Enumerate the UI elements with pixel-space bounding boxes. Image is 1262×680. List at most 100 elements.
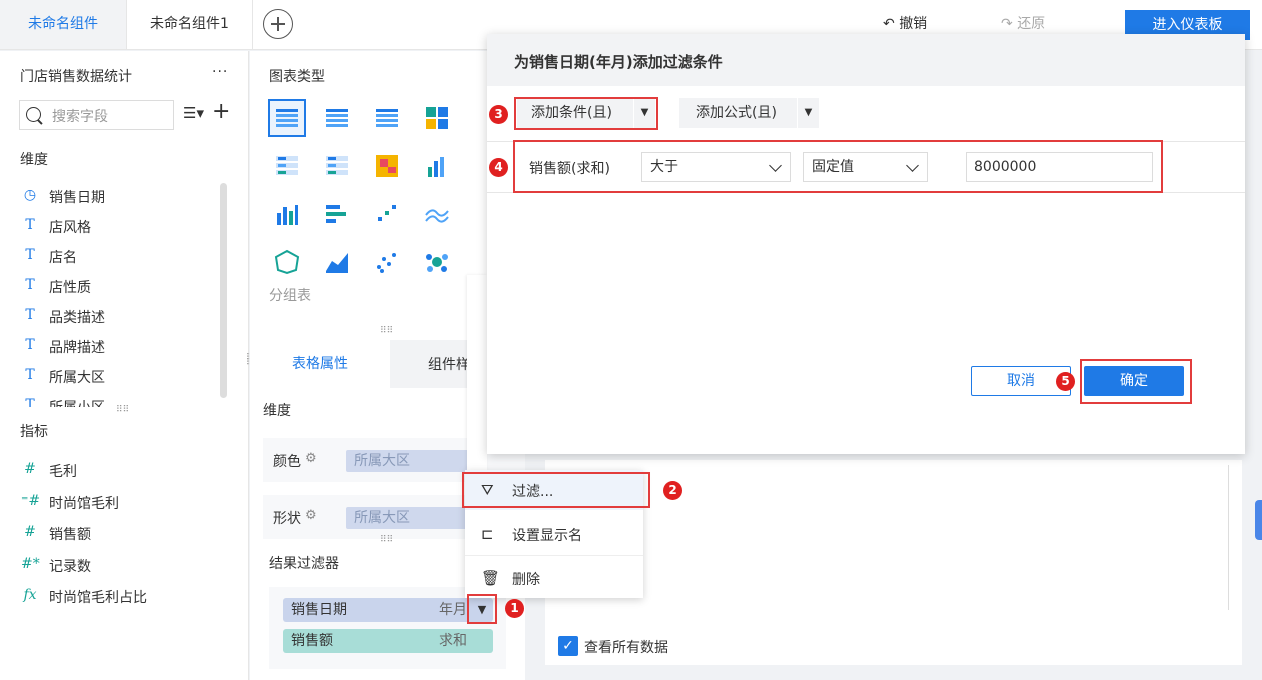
text-icon: T bbox=[25, 277, 35, 293]
chart-type-icon[interactable] bbox=[324, 153, 352, 181]
chart-type-icon[interactable] bbox=[274, 249, 302, 277]
view-all-label: 查看所有数据 bbox=[584, 640, 668, 656]
shape-field-chip[interactable]: 所属大区 bbox=[346, 507, 476, 529]
property-dimension-label: 维度 bbox=[263, 403, 291, 419]
record-count-icon: #* bbox=[21, 555, 40, 572]
field-item[interactable]: # 销售额 bbox=[21, 524, 216, 546]
field-label: 品牌描述 bbox=[49, 340, 105, 356]
redo-icon: ↷ bbox=[1001, 16, 1013, 32]
formula-icon: fx bbox=[23, 587, 37, 603]
search-field-input[interactable]: 搜索字段 bbox=[19, 100, 174, 130]
preview-scroll-line bbox=[1228, 465, 1229, 610]
sort-icon[interactable]: ☰▾ bbox=[183, 104, 204, 122]
undo-button[interactable]: ↶ 撤销 bbox=[883, 13, 927, 33]
chart-type-icon[interactable] bbox=[274, 201, 302, 229]
field-label: 所属大区 bbox=[49, 370, 105, 386]
filter-chip-sales-amount[interactable]: 销售额 求和 bbox=[283, 629, 493, 653]
text-icon: T bbox=[25, 337, 35, 353]
field-panel bbox=[0, 51, 249, 680]
tab-component-style[interactable]: 组件样 bbox=[428, 354, 470, 374]
menu-item-set-display-name[interactable]: ⊏ 设置显示名 bbox=[465, 514, 643, 554]
chart-type-icon[interactable] bbox=[374, 153, 402, 181]
field-item[interactable]: fx 时尚馆毛利占比 bbox=[21, 587, 216, 609]
field-item[interactable]: T 店名 bbox=[21, 247, 216, 269]
chart-type-icon[interactable] bbox=[374, 249, 402, 277]
chart-type-icon[interactable] bbox=[324, 201, 352, 229]
field-label: 销售额 bbox=[49, 527, 91, 543]
resize-grip-icon[interactable]: ⠿⠿ bbox=[380, 536, 393, 545]
resize-grip-icon[interactable]: ⠿⠿ bbox=[116, 406, 129, 415]
field-item[interactable]: T 品牌描述 bbox=[21, 337, 216, 359]
chart-type-icon[interactable] bbox=[424, 249, 452, 277]
step-badge-4: 4 bbox=[489, 158, 508, 177]
add-field-icon[interactable]: + bbox=[212, 100, 230, 124]
redo-button[interactable]: ↷ 还原 bbox=[1001, 13, 1045, 33]
add-tab-button[interactable] bbox=[263, 9, 293, 39]
tab-table-properties[interactable]: 表格属性 bbox=[250, 340, 390, 388]
add-formula-button[interactable]: 添加公式(且) ▼ bbox=[679, 98, 819, 128]
more-icon[interactable]: ··· bbox=[212, 64, 228, 80]
search-placeholder: 搜索字段 bbox=[52, 109, 108, 125]
annotation-box-5 bbox=[1080, 359, 1192, 404]
view-all-checkbox[interactable]: ✓ bbox=[558, 636, 578, 656]
text-icon: T bbox=[25, 217, 35, 233]
color-field-chip[interactable]: 所属大区 bbox=[346, 450, 476, 472]
chart-type-icon[interactable] bbox=[324, 249, 352, 277]
chevron-down-icon[interactable]: ▼ bbox=[797, 98, 819, 128]
field-item[interactable]: # 毛利 bbox=[21, 461, 216, 483]
field-label: 所属小区 bbox=[49, 397, 105, 407]
submenu-edge bbox=[467, 275, 487, 470]
chart-type-title: 图表类型 bbox=[269, 69, 325, 85]
trash-icon: 🗑 bbox=[481, 569, 501, 587]
annotation-box-4 bbox=[513, 140, 1163, 193]
group-table-label: 分组表 bbox=[269, 288, 311, 304]
chart-type-icon[interactable] bbox=[274, 105, 302, 133]
chart-type-icon[interactable] bbox=[374, 105, 402, 133]
result-filter-label: 结果过滤器 bbox=[269, 556, 339, 572]
tab-divider bbox=[252, 0, 253, 49]
step-badge-1: 1 bbox=[505, 599, 524, 618]
side-handle[interactable] bbox=[1255, 500, 1262, 540]
chart-type-icon[interactable] bbox=[424, 153, 452, 181]
annotation-box-2 bbox=[462, 472, 650, 508]
step-badge-2: 2 bbox=[663, 481, 682, 500]
gear-icon[interactable]: ⚙ bbox=[305, 508, 317, 523]
chart-type-icon[interactable] bbox=[424, 105, 452, 133]
text-icon: T bbox=[25, 247, 35, 263]
dataset-title: 门店销售数据统计 bbox=[20, 69, 132, 85]
dialog-title: 为销售日期(年月)添加过滤条件 bbox=[514, 53, 723, 71]
field-label: 店风格 bbox=[49, 220, 91, 236]
measure-section-label: 指标 bbox=[20, 424, 48, 440]
color-label: 颜色 bbox=[273, 454, 301, 470]
field-item[interactable]: ◷ 销售日期 bbox=[21, 187, 216, 209]
field-label: 店性质 bbox=[49, 280, 91, 296]
field-item[interactable]: T 品类描述 bbox=[21, 307, 216, 329]
chart-type-icon[interactable] bbox=[374, 201, 402, 229]
field-item[interactable]: T 所属大区 bbox=[21, 367, 216, 389]
chart-type-icon[interactable] bbox=[324, 105, 352, 133]
field-item[interactable]: T 店性质 bbox=[21, 277, 216, 299]
menu-divider bbox=[465, 555, 643, 556]
chart-type-icon[interactable] bbox=[274, 153, 302, 181]
text-icon: T bbox=[25, 397, 35, 407]
text-icon: T bbox=[25, 367, 35, 383]
filter-chip-sales-date[interactable]: 销售日期 年月 bbox=[283, 598, 493, 622]
field-label: 毛利 bbox=[49, 464, 77, 480]
resize-grip-icon[interactable]: ⠿⠿ bbox=[380, 327, 393, 336]
field-label: 店名 bbox=[49, 250, 77, 266]
chart-type-icon[interactable] bbox=[424, 201, 452, 229]
annotation-box-3 bbox=[514, 97, 658, 130]
gear-icon[interactable]: ⚙ bbox=[305, 451, 317, 466]
field-item[interactable]: T 店风格 bbox=[21, 217, 216, 239]
tab-unnamed-component-1[interactable]: 未命名组件1 bbox=[127, 0, 252, 49]
number-icon: # bbox=[24, 524, 36, 540]
field-label: 品类描述 bbox=[49, 310, 105, 326]
rename-icon: ⊏ bbox=[481, 525, 494, 543]
field-scrollbar[interactable] bbox=[220, 183, 227, 398]
clock-icon: ◷ bbox=[23, 187, 37, 203]
menu-item-delete[interactable]: 🗑 删除 bbox=[465, 558, 643, 598]
field-item[interactable]: #* 记录数 bbox=[21, 556, 216, 578]
tab-unnamed-component[interactable]: 未命名组件 bbox=[0, 0, 126, 49]
undo-icon: ↶ bbox=[883, 16, 895, 32]
field-item[interactable]: ⁼# 时尚馆毛利 bbox=[21, 493, 216, 515]
